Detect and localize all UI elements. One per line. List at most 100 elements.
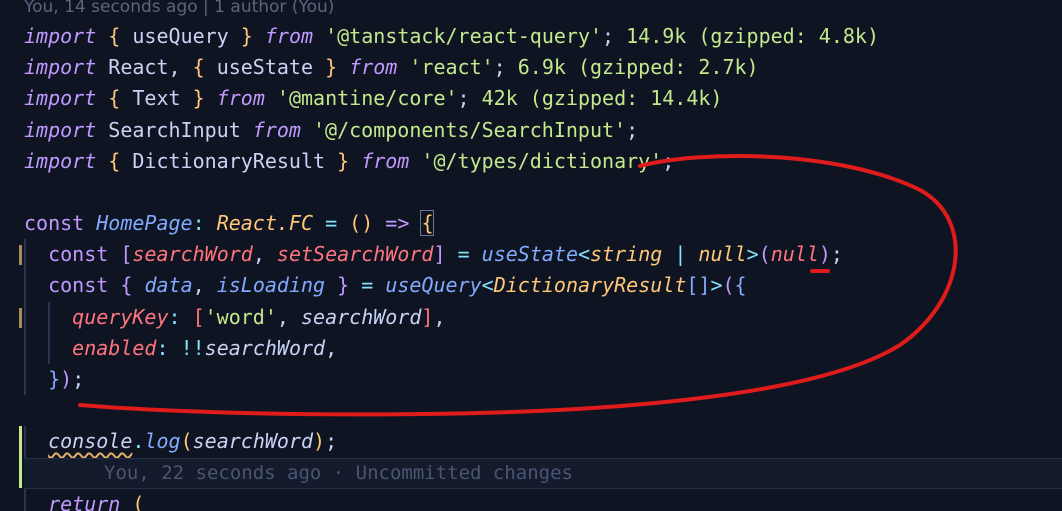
comma: ,: [252, 242, 265, 266]
generic-open: <: [481, 273, 494, 297]
code-line-11[interactable]: enabled: !!searchWord,: [24, 333, 337, 364]
import-cost: 6.9k (gzipped: 2.7k): [517, 55, 759, 79]
bracket-close: ]: [421, 305, 434, 329]
bracket-open: [: [192, 305, 205, 329]
keyword-const: const: [48, 273, 109, 297]
keyword-import: import: [24, 118, 97, 142]
console-object: console: [48, 429, 133, 453]
hook-call: useState: [481, 242, 578, 266]
keyword-import: import: [24, 86, 97, 110]
brace-close: }: [337, 149, 350, 173]
state-variable: searchWord: [132, 242, 253, 266]
colon: :: [168, 305, 181, 329]
destructured-data: data: [144, 273, 193, 297]
string-literal: 'word': [204, 305, 277, 329]
type-null: null: [698, 242, 747, 266]
property-key: queryKey: [72, 305, 169, 329]
code-line-16[interactable]: return (: [24, 489, 144, 511]
keyword-from: from: [252, 118, 301, 142]
generic-close: >: [746, 242, 759, 266]
property-key: enabled: [72, 336, 157, 360]
type-annotation: React.FC: [216, 211, 314, 235]
trailing-comma: ,: [433, 305, 446, 329]
import-name: useQuery: [132, 24, 229, 48]
initial-value: null: [770, 242, 819, 266]
code-line-9[interactable]: const { data, isLoading } = useQuery<Dic…: [24, 270, 747, 301]
code-editor[interactable]: You, 14 seconds ago | 1 author (You) imp…: [0, 0, 1062, 511]
semicolon: ;: [830, 242, 843, 266]
variable-ref: searchWord: [300, 305, 422, 329]
import-name: DictionaryResult: [132, 149, 326, 173]
params: (): [349, 211, 374, 235]
colon: :: [156, 336, 169, 360]
inline-git-blame[interactable]: You, 22 seconds ago · Uncommitted change…: [104, 458, 573, 489]
brace-close: }: [325, 55, 338, 79]
dot: .: [132, 429, 145, 453]
brace-open: {: [734, 273, 747, 297]
import-name: Text: [132, 86, 181, 110]
code-line-1[interactable]: import { useQuery } from '@tanstack/reac…: [24, 21, 879, 52]
import-default: SearchInput: [108, 118, 241, 142]
double-negation: !!: [180, 336, 205, 360]
brace-close: }: [192, 86, 205, 110]
code-line-12[interactable]: });: [24, 364, 84, 395]
code-line-4[interactable]: import SearchInput from '@/components/Se…: [24, 115, 638, 146]
brace-open: {: [108, 24, 121, 48]
keyword-import: import: [24, 55, 97, 79]
keyword-import: import: [24, 24, 97, 48]
semicolon: ;: [602, 24, 615, 48]
import-name: useState: [216, 55, 314, 79]
colon: :: [192, 211, 205, 235]
code-line-5[interactable]: import { DictionaryResult } from '@/type…: [24, 146, 674, 177]
equals: =: [325, 211, 338, 235]
hook-call: useQuery: [385, 273, 482, 297]
type-string: string: [590, 242, 663, 266]
added-line-marker: [19, 426, 22, 488]
semicolon: ;: [662, 149, 675, 173]
keyword-import: import: [24, 149, 97, 173]
module-path: 'react': [409, 55, 494, 79]
brace-close: }: [337, 273, 350, 297]
brace-open: {: [120, 273, 133, 297]
trailing-comma: ,: [325, 336, 338, 360]
git-blame-header[interactable]: You, 14 seconds ago | 1 author (You): [24, 0, 334, 18]
type-name: DictionaryResult: [493, 273, 687, 297]
semicolon: ;: [325, 429, 338, 453]
comma: ,: [276, 305, 289, 329]
code-line-7[interactable]: const HomePage: React.FC = () => {: [24, 208, 435, 239]
bracket-open: [: [120, 242, 133, 266]
variable-ref: searchWord: [204, 336, 326, 360]
keyword-from: from: [361, 149, 410, 173]
brace-close: }: [240, 24, 253, 48]
code-line-10[interactable]: queryKey: ['word', searchWord],: [24, 302, 446, 333]
brace-close: }: [48, 367, 61, 391]
code-line-8[interactable]: const [searchWord, setSearchWord] = useS…: [24, 239, 843, 270]
paren-close: ): [818, 242, 831, 266]
semicolon: ;: [493, 55, 506, 79]
import-default: React,: [108, 55, 181, 79]
code-line-14[interactable]: console.log(searchWord);: [24, 426, 337, 457]
module-path: '@tanstack/react-query': [325, 24, 603, 48]
log-call: log: [144, 429, 181, 453]
paren-close: ): [60, 367, 73, 391]
paren-open: (: [758, 242, 771, 266]
keyword-from: from: [349, 55, 398, 79]
array-brackets: []: [686, 273, 711, 297]
brace-open: {: [420, 210, 435, 236]
state-setter: setSearchWord: [276, 242, 434, 266]
semicolon: ;: [457, 86, 470, 110]
code-line-2[interactable]: import React, { useState } from 'react';…: [24, 52, 759, 83]
code-line-3[interactable]: import { Text } from '@mantine/core'; 42…: [24, 83, 722, 114]
generic-close: >: [710, 273, 723, 297]
import-cost: 14.9k (gzipped: 4.8k): [626, 24, 879, 48]
brace-open: {: [108, 86, 121, 110]
variable-ref: searchWord: [192, 429, 314, 453]
semicolon: ;: [72, 367, 85, 391]
module-path: '@mantine/core': [276, 86, 458, 110]
semicolon: ;: [626, 118, 639, 142]
module-path: '@/components/SearchInput': [313, 118, 627, 142]
keyword-from: from: [264, 24, 314, 48]
equals: =: [457, 242, 470, 266]
paren-open: (: [132, 492, 145, 511]
bracket-close: ]: [433, 242, 446, 266]
